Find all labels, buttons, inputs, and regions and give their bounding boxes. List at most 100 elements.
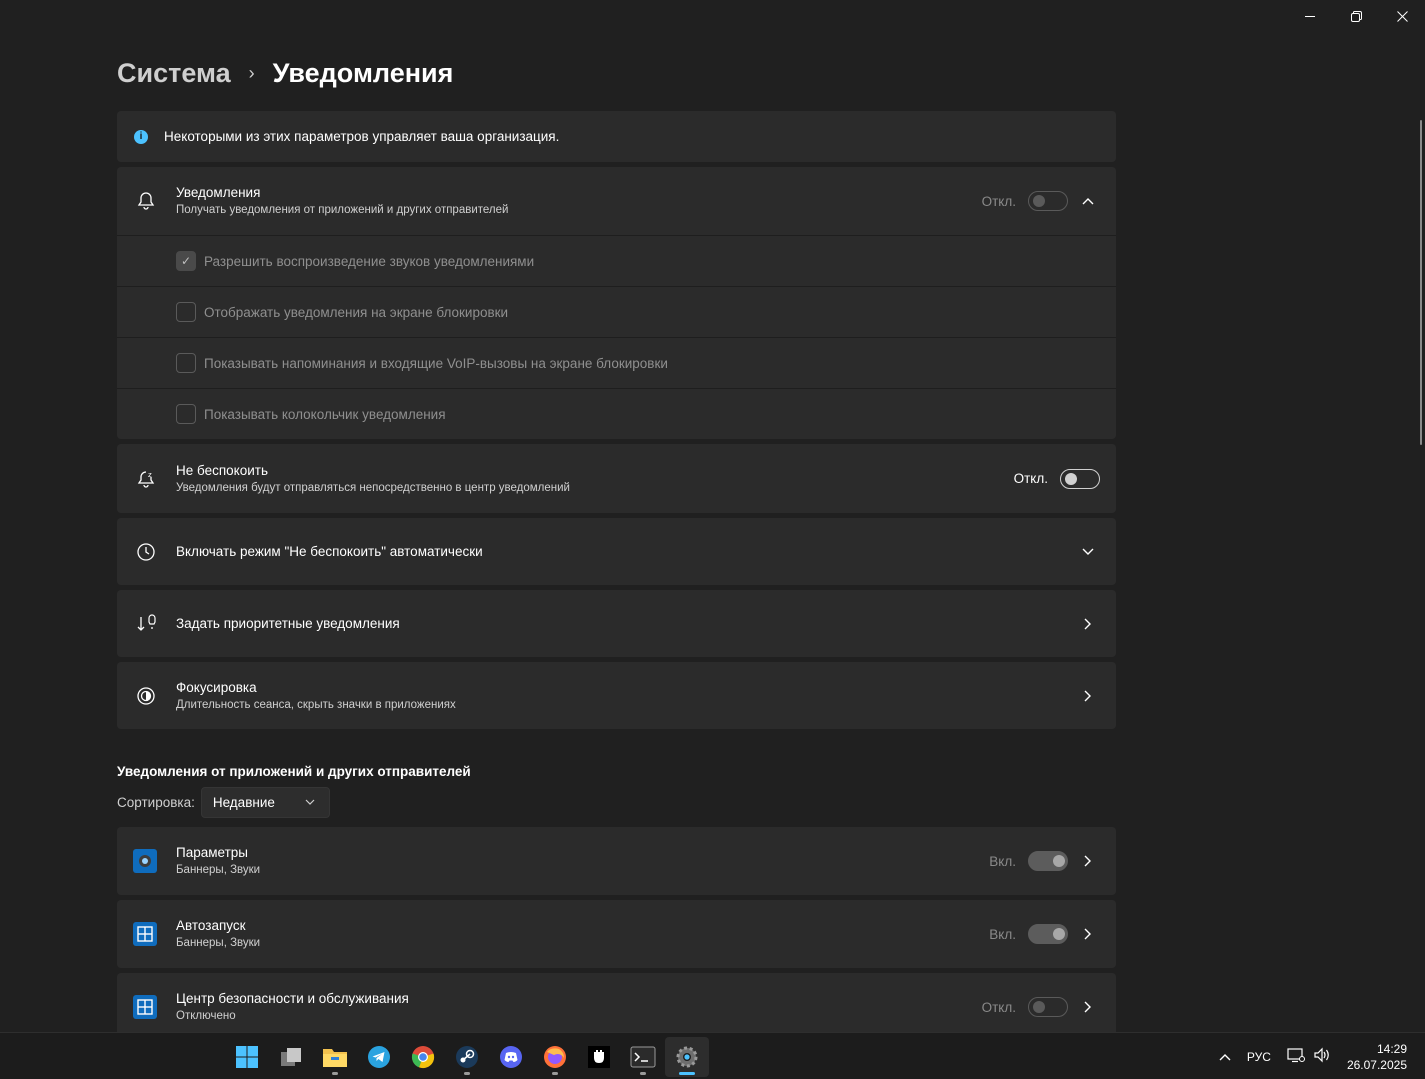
breadcrumb-parent[interactable]: Система [117,58,231,89]
dnd-subtitle: Уведомления будут отправляться непосредс… [176,481,570,494]
start-icon[interactable] [225,1037,269,1077]
sort-row: Сортировка: Недавние [117,787,1116,818]
focus-title: Фокусировка [176,679,257,695]
chevron-up-icon[interactable] [1076,191,1100,211]
chevron-right-icon[interactable] [1076,924,1100,944]
discord-icon[interactable] [489,1037,533,1077]
notifications-header[interactable]: Уведомления Получать уведомления от прил… [117,167,1116,235]
firefox-icon[interactable] [533,1037,577,1077]
app-state: Откл. [981,999,1016,1015]
close-icon[interactable] [1379,0,1425,32]
steam-icon[interactable] [445,1037,489,1077]
priority-row[interactable]: Задать приоритетные уведомления [117,590,1116,657]
option-label: Разрешить воспроизведение звуков уведомл… [204,253,535,269]
bell-checkbox[interactable] [176,404,196,424]
terminal-icon[interactable] [621,1037,665,1077]
app-toggle[interactable] [1028,924,1068,944]
window-controls [1287,0,1425,32]
system-tray: РУС 14:29 26.07.2025 [1219,1033,1425,1079]
sounds-checkbox[interactable]: ✓ [176,251,196,271]
telegram-icon[interactable] [357,1037,401,1077]
option-label: Показывать колокольчик уведомления [204,406,446,422]
option-lock-screen[interactable]: Отображать уведомления на экране блокиро… [117,286,1116,337]
notifications-expander: Уведомления Получать уведомления от прил… [117,167,1116,439]
language-indicator[interactable]: РУС [1247,1050,1271,1064]
volume-icon[interactable] [1313,1047,1331,1066]
notifications-toggle[interactable] [1028,191,1068,211]
chevron-right-icon: › [248,63,255,83]
bell-icon [135,190,157,212]
app-name: Автозапуск [176,918,246,933]
sort-label: Сортировка: [117,795,195,810]
minimize-icon[interactable] [1287,0,1333,32]
app-detail: Отключено [176,1010,236,1022]
app-detail: Баннеры, Звуки [176,864,261,876]
taskbar-apps [225,1033,709,1079]
notifications-title: Уведомления [176,185,261,200]
apps-section-title: Уведомления от приложений и других отпра… [117,764,471,779]
chevron-down-icon[interactable] [1076,542,1100,562]
file-explorer-icon[interactable] [313,1037,357,1077]
lock-screen-checkbox[interactable] [176,302,196,322]
chevron-right-icon[interactable] [1076,851,1100,871]
restore-icon[interactable] [1333,0,1379,32]
svg-text:z: z [148,471,152,479]
chevron-up-icon[interactable] [1219,1050,1231,1064]
app-name: Центр безопасности и обслуживания [176,991,409,1006]
focus-row[interactable]: Фокусировка Длительность сеанса, скрыть … [117,662,1116,729]
option-label: Отображать уведомления на экране блокиро… [204,304,509,320]
settings-content: i Некоторыми из этих параметров управляе… [117,111,1116,1041]
option-label: Показывать напоминания и входящие VoIP-в… [204,355,668,371]
dnd-state: Откл. [1013,471,1048,486]
info-banner: i Некоторыми из этих параметров управляе… [117,111,1116,162]
app-toggle[interactable] [1028,997,1068,1017]
settings-taskbar-icon[interactable] [665,1036,709,1077]
auto-dnd-row[interactable]: Включать режим "Не беспокоить" автоматич… [117,518,1116,585]
taskbar: РУС 14:29 26.07.2025 [0,1032,1425,1079]
clock-date: 26.07.2025 [1346,1057,1407,1072]
clock[interactable]: 14:29 26.07.2025 [1347,1041,1407,1073]
notifications-subtitle: Получать уведомления от приложений и дру… [176,204,509,216]
clock-moon-icon [135,541,157,563]
bell-snooze-icon: z [135,468,157,490]
option-bell[interactable]: Показывать колокольчик уведомления [117,388,1116,439]
settings-app-icon [133,849,157,873]
scrollbar[interactable] [1420,120,1422,445]
dnd-toggle[interactable] [1060,468,1100,489]
app-state: Вкл. [989,853,1016,869]
app-toggle[interactable] [1028,851,1068,871]
priority-title: Задать приоритетные уведомления [176,615,400,631]
chevron-right-icon[interactable] [1076,614,1100,634]
notifications-state: Откл. [981,193,1016,209]
sort-value: Недавние [212,795,275,810]
breadcrumb: Система › Уведомления [117,58,453,89]
priority-sort-icon [135,613,157,635]
chevron-right-icon[interactable] [1076,686,1100,706]
focus-subtitle: Длительность сеанса, скрыть значки в при… [176,698,456,711]
black-app-icon[interactable] [577,1037,621,1077]
chevron-down-icon [305,797,315,808]
info-banner-text: Некоторыми из этих параметров управляет … [164,129,560,144]
sort-dropdown[interactable]: Недавние [200,787,330,818]
chevron-right-icon[interactable] [1076,997,1100,1017]
option-sounds[interactable]: ✓ Разрешить воспроизведение звуков уведо… [117,235,1116,286]
dnd-title: Не беспокоить [176,462,268,478]
voip-checkbox[interactable] [176,353,196,373]
app-state: Вкл. [989,926,1016,942]
security-center-app-icon [133,995,157,1019]
chrome-icon[interactable] [401,1037,445,1077]
app-row-security-center[interactable]: Центр безопасности и обслуживания Отключ… [117,973,1116,1041]
auto-dnd-title: Включать режим "Не беспокоить" автоматич… [176,543,483,559]
info-icon: i [134,129,148,144]
app-name: Параметры [176,845,248,860]
focus-icon [135,685,157,707]
clock-time: 14:29 [1376,1041,1407,1056]
network-icon[interactable] [1287,1047,1305,1066]
dnd-row: z Не беспокоить Уведомления будут отправ… [117,444,1116,513]
app-row-autoplay[interactable]: Автозапуск Баннеры, Звуки Вкл. [117,900,1116,968]
app-row-settings[interactable]: Параметры Баннеры, Звуки Вкл. [117,827,1116,895]
task-view-icon[interactable] [269,1037,313,1077]
autoplay-app-icon [133,922,157,946]
option-voip[interactable]: Показывать напоминания и входящие VoIP-в… [117,337,1116,388]
page-title: Уведомления [272,58,454,88]
